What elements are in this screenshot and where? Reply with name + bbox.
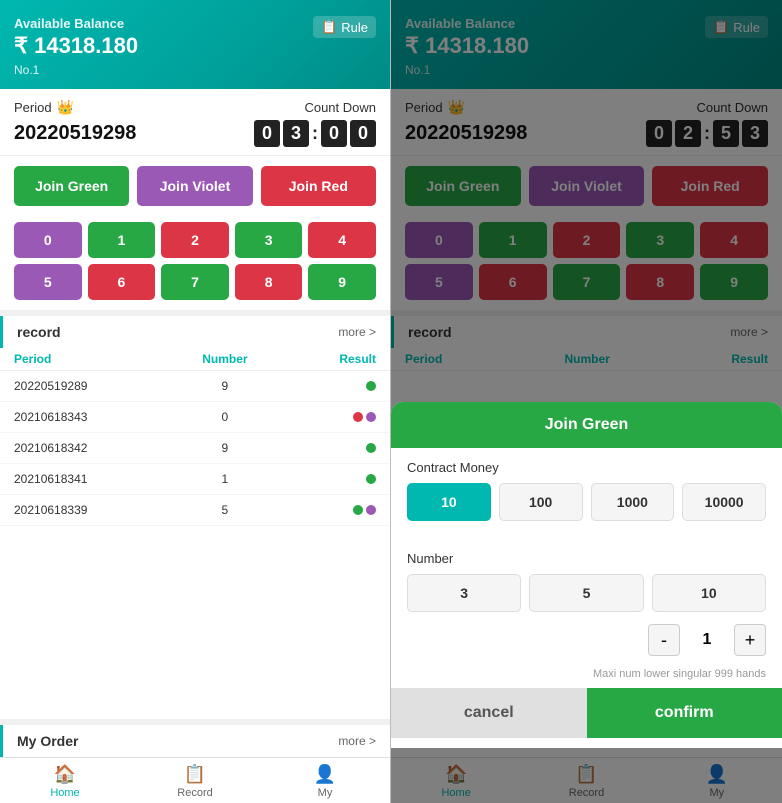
col-result: Result <box>285 348 390 371</box>
left-num-0[interactable]: 0 <box>14 222 82 258</box>
num-opt-3-btn[interactable]: 3 <box>407 574 521 612</box>
left-num-5[interactable]: 5 <box>14 264 82 300</box>
left-num-9[interactable]: 9 <box>308 264 376 300</box>
left-countdown-label: Count Down <box>304 100 376 115</box>
modal-number-section: Number 3 5 10 - 1 + <box>391 539 782 668</box>
cd-h2: 3 <box>283 120 309 147</box>
modal-sheet: Join Green Contract Money 10 100 1000 10… <box>391 402 782 748</box>
left-rule-btn[interactable]: 📋 Rule <box>313 16 376 38</box>
left-record-title: record <box>17 324 61 340</box>
stepper-row: - 1 + <box>407 624 766 656</box>
modal-number-label: Number <box>407 551 766 566</box>
modal-footer: cancel confirm <box>391 688 782 738</box>
left-my-order: My Order more > <box>0 725 390 757</box>
right-panel: Available Balance ₹ 14318.180 No.1 📋 Rul… <box>391 0 782 803</box>
modal-confirm-btn[interactable]: confirm <box>587 688 782 738</box>
my-label: My <box>318 787 333 799</box>
left-countdown: 0 3 : 0 0 <box>254 120 376 147</box>
left-join-green-btn[interactable]: Join Green <box>14 166 129 206</box>
modal-contract-label: Contract Money <box>407 460 766 475</box>
left-header: Available Balance ₹ 14318.180 No.1 📋 Rul… <box>0 0 390 89</box>
cd-m2: 0 <box>350 120 376 147</box>
record-icon: 📋 <box>184 764 206 785</box>
left-join-buttons: Join Green Join Violet Join Red <box>0 156 390 216</box>
contract-100-btn[interactable]: 100 <box>499 483 583 521</box>
table-row: 20210618342 9 <box>0 433 390 464</box>
number-options: 3 5 10 <box>407 574 766 612</box>
col-period: Period <box>0 348 165 371</box>
stepper-minus-btn[interactable]: - <box>648 624 680 656</box>
record-label: Record <box>177 787 212 799</box>
left-num-3[interactable]: 3 <box>235 222 303 258</box>
left-num-4[interactable]: 4 <box>308 222 376 258</box>
contract-1000-btn[interactable]: 1000 <box>591 483 675 521</box>
modal-cancel-btn[interactable]: cancel <box>391 688 587 738</box>
stepper-plus-btn[interactable]: + <box>734 624 766 656</box>
contract-options: 10 100 1000 10000 <box>407 483 766 521</box>
nav-home[interactable]: 🏠 Home <box>0 764 130 799</box>
home-label: Home <box>50 787 79 799</box>
left-num-6[interactable]: 6 <box>88 264 156 300</box>
left-join-violet-btn[interactable]: Join Violet <box>137 166 252 206</box>
cd-m1: 0 <box>321 120 347 147</box>
rule-icon: 📋 <box>321 19 337 35</box>
left-join-red-btn[interactable]: Join Red <box>261 166 376 206</box>
left-num-2[interactable]: 2 <box>161 222 229 258</box>
left-period-label: Period <box>14 100 52 115</box>
left-no: No.1 <box>14 63 138 77</box>
table-row: 20210618339 5 <box>0 495 390 526</box>
nav-my[interactable]: 👤 My <box>260 764 390 799</box>
left-my-order-header: My Order more > <box>0 725 390 757</box>
home-icon: 🏠 <box>54 764 76 785</box>
left-record-header: record more > <box>0 316 390 348</box>
left-record-more[interactable]: more > <box>338 325 376 339</box>
cd-h1: 0 <box>254 120 280 147</box>
table-row: 20220519289 9 <box>0 371 390 402</box>
left-panel: Available Balance ₹ 14318.180 No.1 📋 Rul… <box>0 0 391 803</box>
nav-record[interactable]: 📋 Record <box>130 764 260 799</box>
left-period-section: Period 👑 Count Down 20220519298 0 3 : 0 … <box>0 89 390 156</box>
num-opt-10-btn[interactable]: 10 <box>652 574 766 612</box>
left-my-order-title: My Order <box>17 733 78 749</box>
table-row: 20210618343 0 <box>0 402 390 433</box>
left-num-8[interactable]: 8 <box>235 264 303 300</box>
left-balance-amount: ₹ 14318.180 <box>14 33 138 59</box>
left-record-section: record more > Period Number Result 20220… <box>0 316 390 719</box>
table-row: 20210618341 1 <box>0 464 390 495</box>
my-icon: 👤 <box>314 764 336 785</box>
stepper-value: 1 <box>692 631 722 649</box>
left-period-number: 20220519298 <box>14 122 136 145</box>
left-record-table: Period Number Result 20220519289 9 20210… <box>0 348 390 526</box>
left-num-7[interactable]: 7 <box>161 264 229 300</box>
left-balance-label: Available Balance <box>14 16 138 31</box>
modal-header: Join Green <box>391 402 782 448</box>
contract-10-btn[interactable]: 10 <box>407 483 491 521</box>
left-my-order-more[interactable]: more > <box>338 734 376 748</box>
crown-icon: 👑 <box>57 99 74 116</box>
contract-10000-btn[interactable]: 10000 <box>682 483 766 521</box>
left-num-1[interactable]: 1 <box>88 222 156 258</box>
left-bottom-nav: 🏠 Home 📋 Record 👤 My <box>0 757 390 803</box>
left-number-grid: 0 1 2 3 4 5 6 7 8 9 <box>0 216 390 310</box>
max-note: Maxi num lower singular 999 hands <box>391 668 782 688</box>
num-opt-5-btn[interactable]: 5 <box>529 574 643 612</box>
modal-contract-section: Contract Money 10 100 1000 10000 <box>391 448 782 539</box>
col-number: Number <box>165 348 284 371</box>
